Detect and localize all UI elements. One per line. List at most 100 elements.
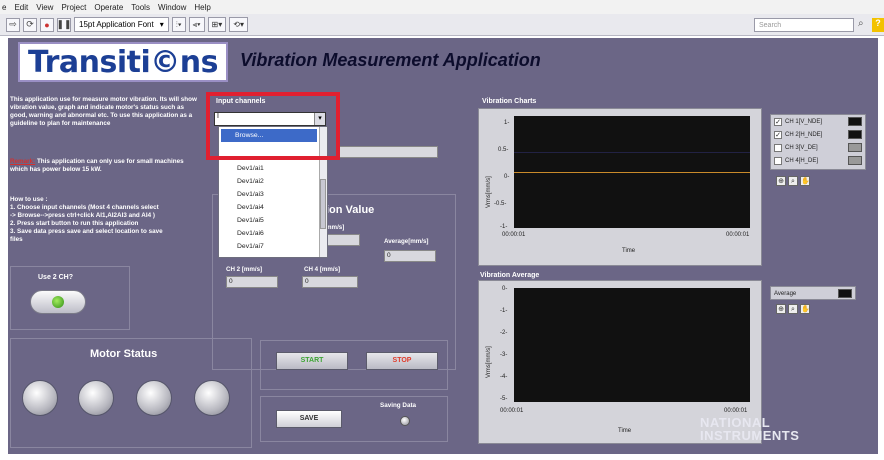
menu-item[interactable]: Project bbox=[61, 3, 86, 12]
zoom-tool-icon[interactable]: ⌕ bbox=[788, 176, 798, 186]
motor-status-led bbox=[22, 380, 58, 416]
avg-label: Average[mm/s] bbox=[384, 238, 429, 245]
vibration-charts-title: Vibration Charts bbox=[482, 98, 537, 105]
y-tick-label: -0.5- bbox=[494, 201, 507, 207]
legend-item[interactable]: ✓ CH 1[V_NDE] bbox=[771, 115, 865, 128]
checkbox[interactable]: ✓ bbox=[774, 117, 782, 126]
use-2ch-toggle[interactable] bbox=[30, 290, 86, 314]
y-axis-title: Vrms[mm/s] bbox=[486, 176, 492, 208]
y-tick-label: -4- bbox=[500, 374, 508, 380]
avg-value-field: 0 bbox=[384, 250, 436, 262]
plot-swatch bbox=[848, 143, 862, 152]
y-axis-title: Vrms[mm/s] bbox=[486, 346, 492, 378]
align-objects-button[interactable]: ⫶▾ bbox=[171, 17, 186, 32]
menu-item[interactable]: Window bbox=[158, 3, 186, 12]
series-line bbox=[514, 172, 750, 173]
abort-icon[interactable]: ● bbox=[40, 17, 54, 32]
y-tick-label: -1- bbox=[500, 308, 508, 314]
pause-icon[interactable]: ❚❚ bbox=[56, 17, 72, 32]
vibration-chart-legend: ✓ CH 1[V_NDE] ✓ CH 2[H_NDE] CH 3[V_DE] CH … bbox=[770, 114, 866, 170]
vibration-value-title: ion Value bbox=[326, 204, 375, 216]
x-max-label: 00:00:01 bbox=[724, 408, 748, 414]
legend-label: CH 1[V_NDE] bbox=[785, 118, 823, 125]
font-select[interactable]: 15pt Application Font ▾ bbox=[74, 17, 169, 32]
menu-item[interactable]: Help bbox=[194, 3, 210, 12]
dropdown-item[interactable]: Dev1/ai5 bbox=[219, 214, 327, 227]
dropdown-item[interactable]: Dev1/ai7 bbox=[219, 240, 327, 253]
run-arrow-icon[interactable]: ⇨ bbox=[6, 17, 20, 32]
save-button[interactable]: SAVE bbox=[276, 410, 342, 428]
menu-item[interactable]: View bbox=[36, 3, 53, 12]
national-instruments-logo: NATIONAL INSTRUMENTS bbox=[700, 416, 799, 442]
font-select-label: 15pt Application Font bbox=[79, 20, 154, 29]
legend-item[interactable]: Average bbox=[771, 287, 855, 300]
app-title: Vibration Measurement Application bbox=[240, 50, 541, 70]
menu-item[interactable]: e bbox=[2, 3, 6, 12]
remark-text: Remark: This application can only use fo… bbox=[10, 158, 200, 174]
saving-data-led bbox=[400, 416, 410, 426]
checkbox[interactable] bbox=[774, 143, 782, 152]
start-button[interactable]: START bbox=[276, 352, 348, 370]
y-tick-label: -5- bbox=[500, 396, 508, 402]
checkbox[interactable]: ✓ bbox=[774, 130, 782, 139]
menu-bar: e Edit View Project Operate Tools Window Help bbox=[0, 0, 884, 14]
howto-line: 1. Choose input channels (Most 4 channel… bbox=[10, 204, 159, 211]
vibration-average-title: Vibration Average bbox=[480, 272, 540, 279]
menu-item[interactable]: Tools bbox=[131, 3, 150, 12]
x-max-label: 00:00:01 bbox=[726, 232, 750, 238]
dropdown-item[interactable]: Dev1/ai2 bbox=[219, 175, 327, 188]
x-min-label: 00:00:01 bbox=[500, 408, 524, 414]
vibration-average-plot[interactable] bbox=[514, 288, 750, 402]
motor-status-led bbox=[194, 380, 230, 416]
menu-item[interactable]: Edit bbox=[14, 3, 28, 12]
x-axis-title: Time bbox=[618, 428, 632, 434]
y-tick-label: -3- bbox=[500, 352, 508, 358]
pan-tool-icon[interactable]: ✋ bbox=[800, 304, 810, 314]
howto-line: -> Browse-->press ctrl+click AI1,AI2AI3 … bbox=[10, 212, 155, 219]
average-legend: Average bbox=[770, 286, 856, 300]
legend-label: CH 3[V_DE] bbox=[785, 144, 818, 151]
search-input[interactable]: Search bbox=[754, 18, 854, 32]
plot-swatch bbox=[848, 117, 862, 126]
ch2-value-field: 0 bbox=[226, 276, 278, 288]
x-axis-title: Time bbox=[622, 248, 636, 254]
legend-item[interactable]: ✓ CH 2[H_NDE] bbox=[771, 128, 865, 141]
plot-swatch bbox=[848, 130, 862, 139]
dropdown-item[interactable]: Dev1/ai6 bbox=[219, 227, 327, 240]
zoom-tool-icon[interactable]: ⌕ bbox=[788, 304, 798, 314]
remark-body: This application can only use for small … bbox=[10, 158, 184, 173]
checkbox[interactable] bbox=[774, 156, 782, 165]
resize-objects-button[interactable]: ⊞▾ bbox=[207, 17, 227, 32]
cursor-tool-icon[interactable]: ⊕ bbox=[776, 176, 786, 186]
dropdown-item[interactable]: Dev1/ai4 bbox=[219, 201, 327, 214]
front-panel: Transiti©ns Vibration Measurement Applic… bbox=[8, 38, 878, 454]
search-icon[interactable]: ⌕ bbox=[858, 18, 872, 32]
ch4-label: CH 4 [mm/s] bbox=[304, 266, 341, 273]
menu-item[interactable]: Operate bbox=[94, 3, 123, 12]
scrollbar-thumb[interactable] bbox=[320, 179, 326, 229]
legend-item[interactable]: CH 4[H_DE] bbox=[771, 154, 865, 167]
dropdown-item[interactable]: Dev1/ai3 bbox=[219, 188, 327, 201]
howto-title: How to use : bbox=[10, 196, 48, 203]
reorder-button[interactable]: ⟲▾ bbox=[229, 17, 248, 32]
pan-tool-icon[interactable]: ✋ bbox=[800, 176, 810, 186]
y-tick-label: 0.5- bbox=[498, 147, 509, 153]
distribute-objects-button[interactable]: ⫷▾ bbox=[188, 17, 205, 32]
x-min-label: 00:00:01 bbox=[502, 232, 526, 238]
stop-button[interactable]: STOP bbox=[366, 352, 438, 370]
plot-swatch bbox=[848, 156, 862, 165]
help-icon[interactable]: ? bbox=[872, 18, 884, 32]
y-tick-label: 1- bbox=[504, 120, 510, 126]
ch4-value-field: 0 bbox=[302, 276, 358, 288]
legend-label: CH 2[H_NDE] bbox=[785, 131, 823, 138]
logo-text: Transiti©ns bbox=[27, 44, 219, 80]
dropdown-item[interactable]: Dev1/ai1 bbox=[219, 162, 327, 175]
motor-status-led bbox=[78, 380, 114, 416]
howto-line: 3. Save data press save and select locat… bbox=[10, 228, 163, 235]
y-tick-label: 0- bbox=[504, 174, 510, 180]
cursor-tool-icon[interactable]: ⊕ bbox=[776, 304, 786, 314]
run-continuous-icon[interactable]: ⟳ bbox=[23, 17, 37, 32]
legend-item[interactable]: CH 3[V_DE] bbox=[771, 141, 865, 154]
ch2-label: CH 2 [mm/s] bbox=[226, 266, 263, 273]
vibration-chart-plot[interactable] bbox=[514, 116, 750, 228]
